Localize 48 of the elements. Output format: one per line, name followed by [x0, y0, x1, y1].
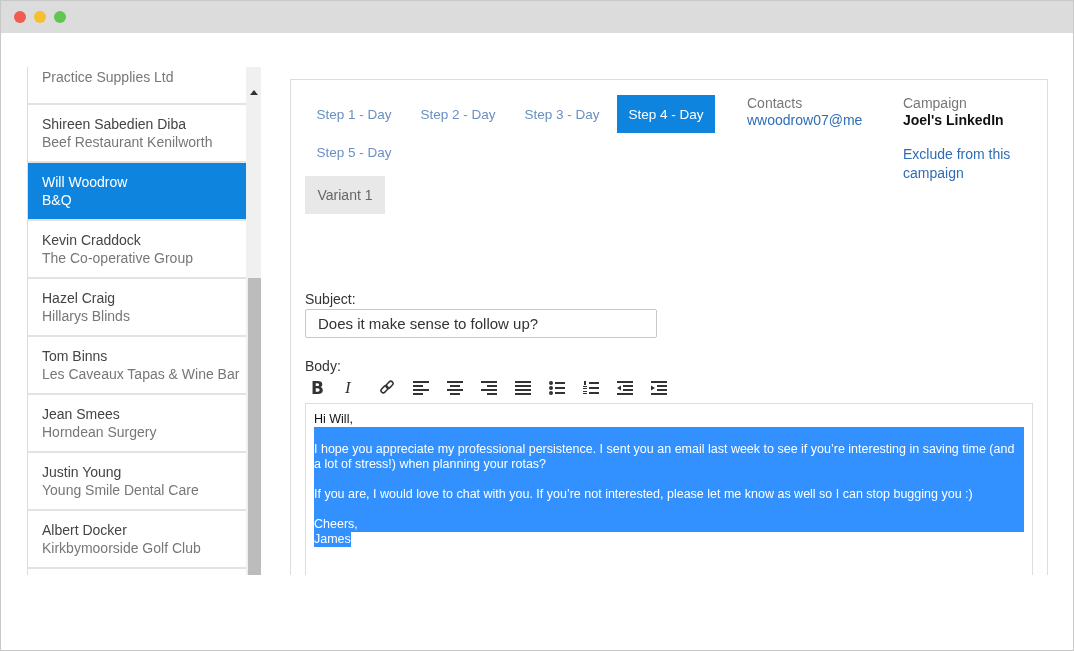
- variant-button[interactable]: Variant 1: [305, 176, 385, 214]
- step-tab[interactable]: Step 4 - Day: [617, 95, 715, 133]
- contact-company: Hillarys Blinds: [42, 308, 131, 324]
- contact-company: Kirkbymoorside Golf Club: [42, 540, 202, 556]
- contact-company: The Co-operative Group: [42, 250, 194, 266]
- align-right-icon: [481, 381, 497, 396]
- contact-name: Hazel Craig: [42, 290, 117, 306]
- contact-name: Shireen Sabedien Diba: [42, 116, 187, 132]
- contact-company: Practice Supplies Ltd: [42, 69, 175, 85]
- contact-name: Tom Binns: [42, 348, 109, 364]
- contact-name: Jean Smees: [42, 406, 121, 422]
- contact-company: Beef Restaurant Kenilworth: [42, 134, 214, 150]
- italic-button[interactable]: I: [345, 377, 379, 400]
- subject-label: Subject:: [305, 291, 356, 307]
- body-text: Cheers,: [314, 502, 1024, 533]
- link-icon: [379, 380, 395, 397]
- outdent-icon: [617, 381, 633, 396]
- align-center-icon: [447, 381, 463, 396]
- justify-icon: [515, 381, 531, 396]
- bold-button[interactable]: B: [311, 377, 345, 400]
- contact-email-link[interactable]: wwoodrow07@me: [747, 112, 863, 128]
- scrollbar[interactable]: [246, 67, 261, 575]
- body-text: If you are, I would love to chat with you. If you’re not interested, please let me know as well so I can stop bugging you :): [314, 472, 1024, 503]
- bullet-list-icon: [549, 381, 565, 396]
- contacts-label: Contacts: [747, 95, 803, 111]
- scroll-thumb[interactable]: [248, 278, 261, 575]
- contact-company: Young Smile Dental Care: [42, 482, 200, 498]
- campaign-name: Joel's LinkedIn: [903, 112, 1004, 128]
- numbered-list-icon: [583, 381, 599, 396]
- body-label: Body:: [305, 358, 341, 375]
- contact-name: Will Woodrow: [42, 174, 129, 190]
- align-left-icon: [413, 381, 429, 396]
- contact-name: Justin Young: [42, 464, 123, 480]
- campaign-label: Campaign: [903, 95, 967, 111]
- body-text: I hope you appreciate my professional persistence. I sent you an email last week to see if you’re interesting in saving time (and a lot of stress!) when planning your rotas?: [314, 427, 1024, 473]
- body-text: Hi Will,: [314, 412, 354, 428]
- contact-company: B&Q: [42, 192, 73, 208]
- step-tab[interactable]: Step 2 - Day: [409, 95, 507, 133]
- contact-name: Kevin Craddock: [42, 232, 142, 248]
- contact-item[interactable]: Will Woodrow B&Q: [28, 163, 246, 221]
- body-text: James: [314, 532, 351, 548]
- exclude-link[interactable]: Exclude from this campaign: [903, 145, 1023, 183]
- indent-icon: [651, 381, 667, 396]
- contact-name: Albert Docker: [42, 522, 128, 538]
- scroll-up-icon[interactable]: [250, 90, 258, 95]
- contact-company: Les Caveaux Tapas & Wine Bar: [42, 366, 241, 382]
- subject-field[interactable]: Does it make sense to follow up?: [305, 309, 657, 339]
- contact-company: Horndean Surgery: [42, 424, 158, 440]
